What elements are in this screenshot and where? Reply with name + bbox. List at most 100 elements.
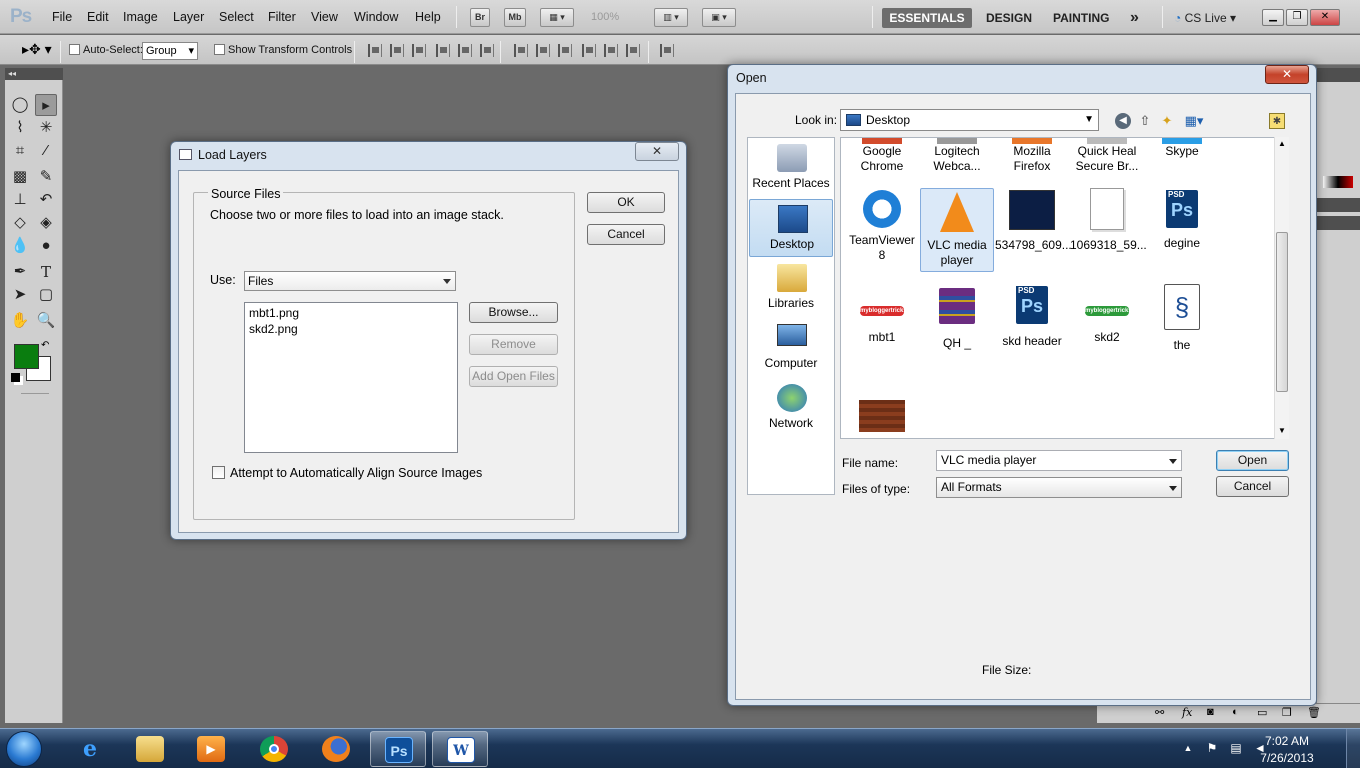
taskbar-photoshop[interactable]: Ps [370,731,426,767]
layer-style-icon[interactable]: fx [1182,706,1192,719]
file-list-scrollbar[interactable]: ▲ ▼ [1274,137,1289,439]
screen-mode-button[interactable]: ▣ ▾ [702,8,736,27]
back-icon[interactable]: ◀ [1115,113,1131,129]
file-item[interactable]: mybloggertricks skd2 [1070,288,1144,345]
type-tool-icon[interactable]: T [35,261,57,283]
source-files-list[interactable]: mbt1.png skd2.png [244,302,458,453]
eyedropper-tool-icon[interactable]: ⁄ [35,140,57,162]
auto-select-checkbox[interactable] [69,44,80,55]
file-item[interactable]: § the [1145,284,1219,353]
zoom-tool-icon[interactable]: 🔍 [35,310,57,332]
distribute-bottom-icon[interactable] [558,44,572,57]
workspace-painting[interactable]: PAINTING [1053,8,1109,28]
file-item[interactable]: 534798_609... [995,190,1072,253]
file-item[interactable]: QH _ [920,288,994,351]
file-item[interactable] [845,400,919,432]
transform-controls-checkbox[interactable] [214,44,225,55]
shape-tool-icon[interactable]: ▢ [35,284,57,306]
taskbar-word[interactable]: W [432,731,488,767]
browse-button[interactable]: Browse... [469,302,558,323]
file-name-input[interactable]: VLC media player [936,450,1182,471]
bridge-button[interactable]: Br [470,8,490,27]
taskbar-media-player[interactable]: ▶ [183,731,239,767]
close-icon[interactable]: ✕ [1265,65,1309,84]
adobe-dialog-icon[interactable]: ✱ [1269,113,1285,129]
view-extras-button[interactable]: ▦ ▾ [540,8,574,27]
menu-layer[interactable]: Layer [173,10,204,24]
file-item[interactable]: Ps degine [1145,190,1219,251]
color-ramp-strip[interactable] [1323,176,1353,188]
place-computer[interactable]: Computer [749,319,833,377]
menu-edit[interactable]: Edit [87,10,109,24]
taskbar-chrome[interactable] [246,731,302,767]
distribute-top-icon[interactable] [514,44,528,57]
zoom-level[interactable]: 100% [591,11,619,23]
workspace-design[interactable]: DESIGN [986,8,1032,28]
align-vcenter-icon[interactable] [390,44,404,57]
magic-wand-tool-icon[interactable]: ✳ [35,117,57,139]
file-item[interactable]: Skype [1145,138,1219,159]
menu-image[interactable]: Image [123,10,158,24]
network-icon[interactable]: ▤ [1229,741,1243,755]
look-in-dropdown[interactable]: Desktop ▼ [840,109,1099,131]
file-item[interactable]: mybloggertricks mbt1 [845,288,919,345]
view-menu-icon[interactable]: ▦▾ [1181,113,1207,129]
file-item[interactable]: 1069318_59... [1070,188,1147,253]
taskbar-firefox[interactable] [308,731,364,767]
workspace-essentials[interactable]: ESSENTIALS [882,8,972,28]
file-item[interactable]: Quick Heal Secure Br... [1070,138,1144,174]
align-right-icon[interactable] [480,44,494,57]
foreground-color-swatch[interactable] [14,344,39,369]
cancel-button[interactable]: Cancel [587,224,665,245]
place-desktop[interactable]: Desktop [749,199,833,257]
new-folder-icon[interactable]: ✦ [1159,113,1175,129]
paint-bucket-tool-icon[interactable]: ◈ [35,212,57,234]
menu-file[interactable]: File [52,10,72,24]
open-button[interactable]: Open [1216,450,1289,471]
file-item[interactable]: Mozilla Firefox [995,138,1069,174]
align-bottom-icon[interactable] [412,44,426,57]
action-center-flag-icon[interactable]: ⚑ [1205,741,1219,755]
place-libraries[interactable]: Libraries [749,259,833,317]
path-selection-tool-icon[interactable]: ➤ [9,284,31,306]
marquee-tool-icon[interactable]: ◯ [9,94,31,116]
auto-align-layers-icon[interactable] [660,44,674,57]
default-colors-icon[interactable] [11,373,20,382]
mini-bridge-button[interactable]: Mb [504,8,526,27]
list-item[interactable]: mbt1.png [249,305,453,321]
history-brush-tool-icon[interactable]: ↶ [35,189,57,211]
healing-brush-tool-icon[interactable]: ▩ [9,166,31,188]
taskbar-internet-explorer[interactable]: e [62,731,118,767]
start-button[interactable] [6,731,42,767]
blur-tool-icon[interactable]: 💧 [9,235,31,257]
menu-view[interactable]: View [311,10,338,24]
clock-date[interactable]: 7/26/2013 [1252,751,1322,765]
files-of-type-dropdown[interactable]: All Formats [936,477,1182,498]
show-desktop-button[interactable] [1346,729,1360,768]
list-item[interactable]: skd2.png [249,321,453,337]
distribute-right-icon[interactable] [626,44,640,57]
new-layer-icon[interactable]: ❐ [1282,706,1292,719]
file-item-selected[interactable]: VLC media player [920,188,994,272]
more-workspaces-icon[interactable]: » [1130,8,1139,28]
delete-layer-icon[interactable]: 🗑 [1307,706,1321,719]
cancel-button[interactable]: Cancel [1216,476,1289,497]
crop-tool-icon[interactable]: ⌗ [9,140,31,162]
close-icon[interactable]: ✕ [635,142,679,161]
brush-tool-icon[interactable]: ✎ [35,166,57,188]
lasso-tool-icon[interactable]: ⌇ [9,117,31,139]
minimize-button[interactable]: ▁ [1262,9,1284,26]
scroll-thumb[interactable] [1276,232,1288,392]
adjustment-layer-icon[interactable]: ◐ [1232,706,1239,718]
distribute-hcenter-icon[interactable] [604,44,618,57]
file-item[interactable]: TeamViewer 8 [845,190,919,263]
move-tool-icon[interactable]: ▸ [35,94,57,116]
arrange-documents-button[interactable]: ▥ ▾ [654,8,688,27]
distribute-left-icon[interactable] [582,44,596,57]
close-button[interactable]: ✕ [1310,9,1340,26]
new-group-icon[interactable]: ▭ [1257,706,1267,719]
auto-align-checkbox[interactable] [212,466,225,479]
scroll-down-icon[interactable]: ▼ [1278,426,1286,435]
clone-stamp-tool-icon[interactable]: ⊥ [9,189,31,211]
tools-panel-header[interactable]: ◂◂ [5,68,63,80]
